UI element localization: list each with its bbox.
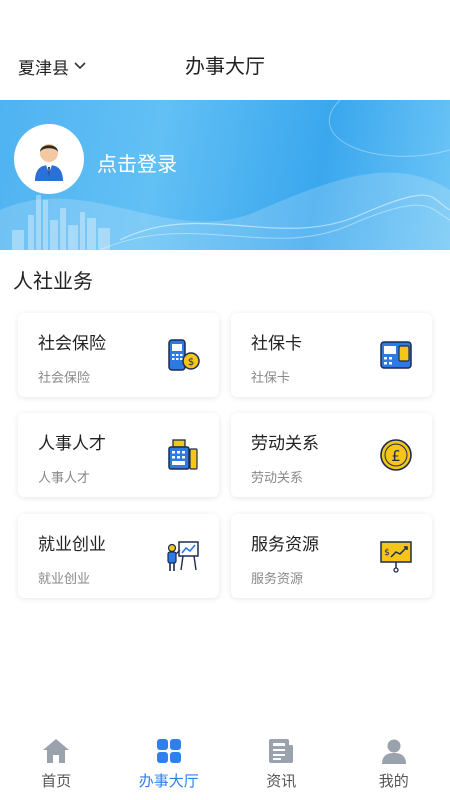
tab-label: 资讯 (266, 772, 297, 790)
tab-label: 首页 (41, 772, 72, 790)
presenter-board-icon (167, 541, 199, 571)
card-title: 社会保险 (38, 334, 106, 354)
pos-terminal-coin-icon: $ (168, 339, 200, 371)
tab-mine[interactable]: 我的 (338, 730, 450, 800)
svg-text:$: $ (384, 548, 390, 558)
card-title: 人事人才 (38, 434, 106, 454)
card-subtitle: 劳动关系 (251, 471, 304, 486)
home-icon (43, 739, 70, 763)
cash-register-icon (168, 439, 198, 470)
card-title: 就业创业 (38, 535, 106, 555)
tab-label: 我的 (378, 772, 409, 790)
section-title: 人社业务 (13, 269, 93, 293)
card-title: 劳动关系 (251, 434, 319, 454)
news-icon (269, 739, 294, 763)
tab-label: 办事大厅 (138, 772, 199, 790)
user-icon (381, 739, 406, 764)
tab-service-hall[interactable]: 办事大厅 (113, 730, 226, 800)
card-subtitle: 社保卡 (251, 371, 291, 386)
growth-chart-board-icon: $ (380, 541, 412, 573)
service-card-service-resources[interactable]: 服务资源 服务资源 $ (231, 514, 432, 598)
tab-news[interactable]: 资讯 (225, 730, 338, 800)
card-title: 社保卡 (251, 334, 302, 354)
grid-icon (156, 739, 181, 763)
bottom-tab-bar: 首页 办事大厅 资讯 我的 (0, 730, 450, 800)
pound-coin-icon: £ (380, 439, 412, 471)
service-card-social-security-card[interactable]: 社保卡 社保卡 (231, 313, 432, 397)
card-terminal-icon (380, 341, 412, 369)
svg-text:£: £ (391, 447, 401, 465)
card-subtitle: 人事人才 (38, 471, 91, 486)
login-link[interactable]: 点击登录 (97, 148, 177, 177)
avatar[interactable] (14, 124, 84, 194)
card-title: 服务资源 (251, 535, 319, 555)
card-subtitle: 社会保险 (38, 371, 91, 386)
header: 夏津县 办事大厅 (0, 0, 450, 100)
service-card-employment-entrepreneurship[interactable]: 就业创业 就业创业 (18, 514, 219, 598)
login-banner: 点击登录 (0, 100, 450, 250)
service-card-labor-relations[interactable]: 劳动关系 劳动关系 £ (231, 413, 432, 497)
card-subtitle: 就业创业 (38, 572, 91, 587)
user-avatar-icon (35, 144, 63, 181)
svg-text:$: $ (188, 357, 194, 368)
card-subtitle: 服务资源 (251, 572, 304, 587)
service-card-social-insurance[interactable]: 社会保险 社会保险 $ (18, 313, 219, 397)
page-title: 办事大厅 (185, 54, 265, 78)
tab-home[interactable]: 首页 (0, 730, 113, 800)
service-card-personnel-talent[interactable]: 人事人才 人事人才 (18, 413, 219, 497)
